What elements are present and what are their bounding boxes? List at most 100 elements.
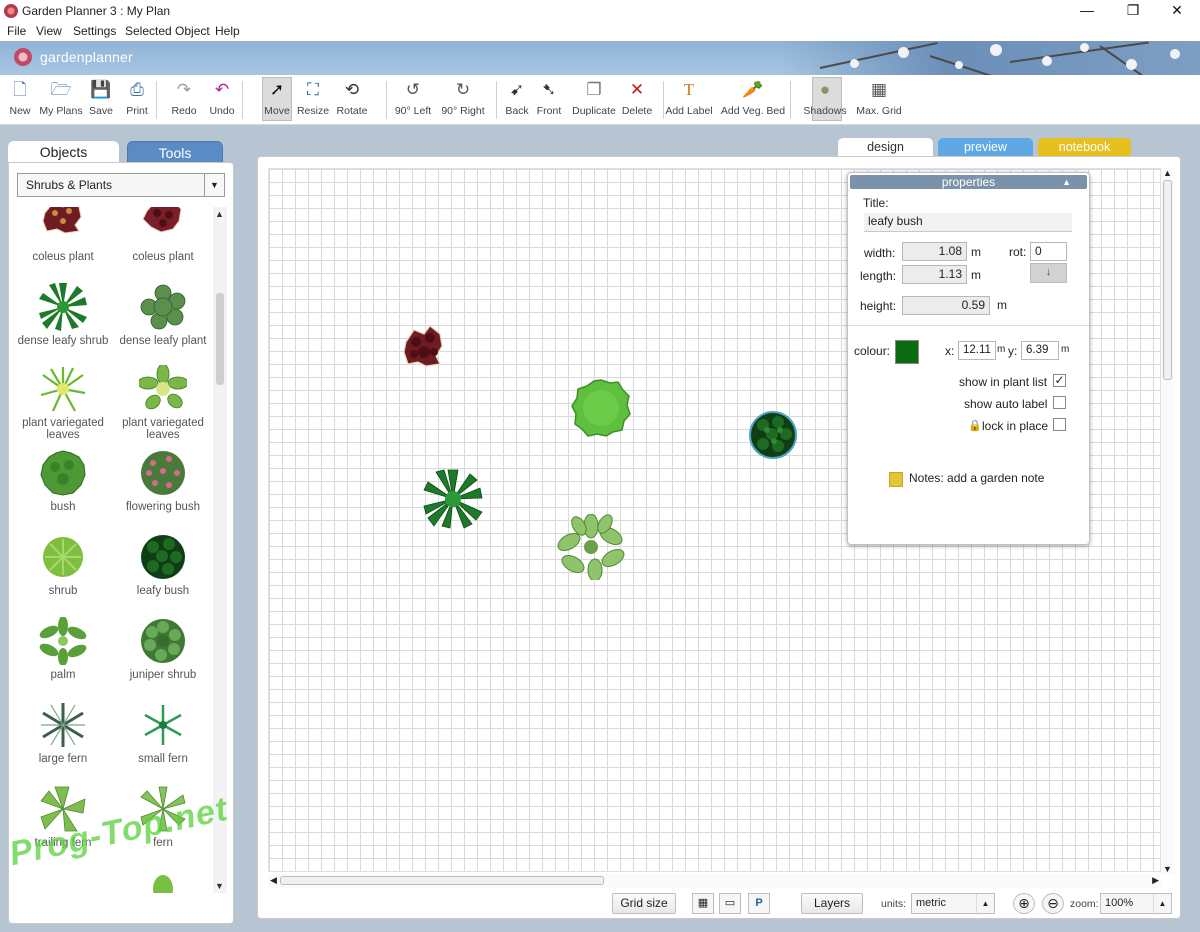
palette-item-partial[interactable]	[113, 869, 213, 893]
title-input[interactable]: leafy bush	[864, 213, 1072, 232]
scroll-left-icon[interactable]: ◀	[270, 875, 277, 886]
close-button[interactable]: ✕	[1154, 0, 1200, 22]
properties-header[interactable]: properties ▲	[850, 175, 1087, 189]
delete-button[interactable]: ✕ Delete	[620, 79, 654, 117]
show-auto-label-label: show auto label	[964, 397, 1048, 411]
tab-notebook[interactable]: notebook	[1038, 138, 1131, 157]
rotation-dial-icon[interactable]: ↓	[1030, 263, 1067, 283]
menu-selected-object[interactable]: Selected Object	[125, 24, 210, 38]
resize-tool-button[interactable]: ⛶ Resize	[296, 79, 330, 117]
rotate-90-right-button[interactable]: ↻ 90° Right	[440, 79, 486, 117]
duplicate-button[interactable]: ❐ Duplicate	[571, 79, 617, 117]
rotation-label: rot:	[1009, 245, 1027, 259]
properties-divider	[848, 325, 1089, 326]
my-plans-button[interactable]: 🗁 My Plans	[38, 79, 84, 117]
zoom-dropdown[interactable]: 100% ▲	[1100, 893, 1172, 914]
show-in-plant-list-checkbox[interactable]: ✓	[1053, 374, 1066, 387]
move-tool-button[interactable]: ➚ Move	[262, 79, 292, 117]
palette-item-coleus-plant[interactable]: coleus plant	[13, 207, 113, 263]
category-dropdown[interactable]: Shrubs & Plants ▼	[17, 173, 225, 197]
menu-file[interactable]: File	[7, 24, 26, 38]
canvas-coleus-plant[interactable]	[400, 322, 448, 373]
new-document-icon: 🗋	[13, 80, 27, 99]
scroll-down-icon[interactable]: ▼	[1163, 864, 1172, 874]
rotation-input[interactable]: 0	[1030, 242, 1067, 261]
resize-icon: ⛶	[307, 80, 319, 99]
y-label: y:	[1008, 344, 1018, 358]
menu-view[interactable]: View	[36, 24, 62, 38]
menu-settings[interactable]: Settings	[73, 24, 116, 38]
collapse-icon[interactable]: ▲	[1062, 175, 1071, 189]
minimize-button[interactable]: —	[1064, 0, 1110, 22]
menu-help[interactable]: Help	[215, 24, 240, 38]
palette-item-flowering-bush[interactable]: flowering bush	[113, 449, 213, 513]
x-position-input[interactable]: 12.11	[958, 341, 996, 360]
tab-tools[interactable]: Tools	[127, 141, 223, 163]
max-grid-button[interactable]: ▦ Max. Grid	[855, 79, 903, 117]
add-garden-note-link[interactable]: Notes: add a garden note	[909, 471, 1044, 485]
ruler-icon[interactable]: ▭	[719, 893, 741, 914]
canvas-plant-variegated-leaves[interactable]	[557, 513, 625, 583]
delete-icon: ✕	[629, 80, 645, 99]
palette-item-small-fern[interactable]: small fern	[113, 701, 213, 765]
palette-item-palm[interactable]: palm	[13, 617, 113, 681]
palette-scroll-thumb[interactable]	[216, 293, 224, 385]
vertical-scroll-thumb[interactable]	[1163, 180, 1172, 380]
scroll-up-icon[interactable]: ▲	[215, 209, 224, 219]
send-back-button[interactable]: ➹ Back	[502, 79, 532, 117]
tab-design[interactable]: design	[838, 138, 933, 157]
scroll-up-icon[interactable]: ▲	[1163, 168, 1172, 178]
width-input[interactable]: 1.08	[902, 242, 967, 261]
palette-item-plant-variegated-leaves[interactable]: plant variegated leaves	[13, 365, 113, 441]
banner-blossom-image	[780, 41, 1200, 75]
bring-front-button[interactable]: ➷ Front	[534, 79, 564, 117]
palette-item-coleus-plant[interactable]: coleus plant	[113, 207, 213, 263]
grid-size-button[interactable]: Grid size	[612, 893, 676, 914]
palette-item-shrub[interactable]: shrub	[13, 533, 113, 597]
print-button[interactable]: ⎙ Print	[122, 79, 152, 117]
horizontal-scroll-thumb[interactable]	[280, 876, 604, 885]
save-button[interactable]: 💾 Save	[86, 79, 116, 117]
scroll-right-icon[interactable]: ▶	[1152, 875, 1159, 886]
lock-in-place-label: lock in place	[982, 419, 1049, 433]
tab-preview[interactable]: preview	[938, 138, 1033, 157]
palette-item-large-fern[interactable]: large fern	[13, 701, 113, 765]
rotate-90-left-button[interactable]: ↺ 90° Left	[392, 79, 434, 117]
units-dropdown[interactable]: metric ▲	[911, 893, 995, 914]
length-input[interactable]: 1.13	[902, 265, 967, 284]
layers-button[interactable]: Layers	[801, 893, 863, 914]
canvas-leafy-bush[interactable]	[748, 410, 798, 463]
zoom-out-icon[interactable]: ⊖	[1042, 893, 1064, 914]
tab-objects[interactable]: Objects	[8, 141, 119, 163]
canvas-horizontal-scrollbar[interactable]: ◀ ▶	[268, 874, 1161, 888]
add-veg-bed-button[interactable]: 🥕 Add Veg. Bed	[719, 79, 787, 117]
canvas-dense-leafy-shrub[interactable]	[422, 468, 484, 533]
grid-toggle-icon[interactable]: ▦	[692, 893, 714, 914]
note-icon[interactable]	[889, 472, 903, 487]
y-position-input[interactable]: 6.39	[1021, 341, 1059, 360]
veg-bed-icon: 🥕	[742, 80, 764, 99]
show-auto-label-checkbox[interactable]	[1053, 396, 1066, 409]
save-icon: 💾	[90, 80, 112, 99]
plant-list-p-button[interactable]: P	[748, 893, 770, 914]
shadows-toggle-button[interactable]: ● Shadows	[801, 79, 849, 117]
canvas-vertical-scrollbar[interactable]: ▲ ▼	[1161, 168, 1174, 874]
zoom-in-icon[interactable]: ⊕	[1013, 893, 1035, 914]
undo-button[interactable]: ↶ Undo	[206, 79, 238, 117]
height-input[interactable]: 0.59	[902, 296, 990, 315]
palette-item-dense-leafy-plant[interactable]: dense leafy plant	[113, 283, 213, 347]
redo-button[interactable]: ↷ Redo	[168, 79, 200, 117]
palette-item-bush[interactable]: bush	[13, 449, 113, 513]
palette-item-plant-variegated-leaves[interactable]: plant variegated leaves	[113, 365, 213, 441]
add-label-button[interactable]: T Add Label	[665, 79, 713, 117]
new-button[interactable]: 🗋 New	[6, 79, 34, 117]
colour-swatch[interactable]	[895, 340, 919, 364]
palette-item-dense-leafy-shrub[interactable]: dense leafy shrub	[13, 283, 113, 347]
canvas-bush[interactable]	[570, 378, 632, 441]
palette-item-juniper-shrub[interactable]: juniper shrub	[113, 617, 213, 681]
scroll-down-icon[interactable]: ▼	[215, 881, 224, 891]
rotate-tool-button[interactable]: ⟲ Rotate	[334, 79, 370, 117]
palette-item-leafy-bush[interactable]: leafy bush	[113, 533, 213, 597]
maximize-button[interactable]: ❐	[1110, 0, 1156, 22]
lock-in-place-checkbox[interactable]	[1053, 418, 1066, 431]
